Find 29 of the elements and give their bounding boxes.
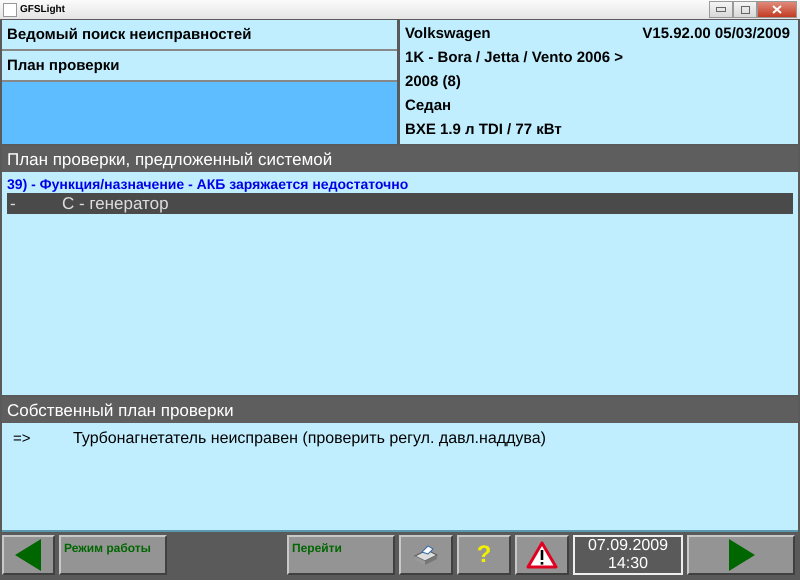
printer-icon [413, 544, 439, 566]
back-button[interactable] [2, 535, 55, 576]
window-title: GFSLight [20, 4, 65, 15]
close-icon [772, 5, 782, 14]
app-icon [3, 2, 17, 16]
plan-item[interactable]: 39) - Функция/назначение - АКБ заряжается недостаточно [7, 174, 793, 193]
maximize-button[interactable] [733, 1, 757, 18]
vehicle-info: 1K - Bora / Jetta / Vento 2006 > [405, 48, 624, 68]
header-label: План проверки [2, 51, 397, 80]
warning-icon [526, 541, 558, 570]
right-triangle-icon [726, 538, 756, 572]
warning-button[interactable] [515, 535, 569, 576]
date-text: 07.09.2009 [588, 537, 668, 556]
left-triangle-icon [14, 538, 44, 572]
vehicle-make: Volkswagen [405, 24, 491, 44]
time-text: 14:30 [608, 555, 648, 574]
plan-item[interactable]: - C - генератор [7, 192, 793, 214]
vehicle-info: Седан [405, 96, 452, 116]
header-label: Ведомый поиск неисправностей [2, 20, 397, 49]
plan-item[interactable]: => Турбонагнетатель неисправен (проверить регул. давл.наддува) [7, 428, 793, 450]
vehicle-info: BXE 1.9 л TDI / 77 кВт [405, 120, 563, 140]
forward-button[interactable] [687, 535, 795, 576]
minimize-button[interactable] [709, 1, 733, 18]
vehicle-info: 2008 (8) [405, 72, 462, 92]
close-button[interactable] [757, 1, 797, 18]
section-header: Собственный план проверки [2, 397, 798, 424]
version-text: V15.92.00 05/03/2009 [642, 24, 790, 44]
section-header: План проверки, предложенный системой [2, 146, 798, 172]
print-button[interactable] [399, 535, 453, 576]
